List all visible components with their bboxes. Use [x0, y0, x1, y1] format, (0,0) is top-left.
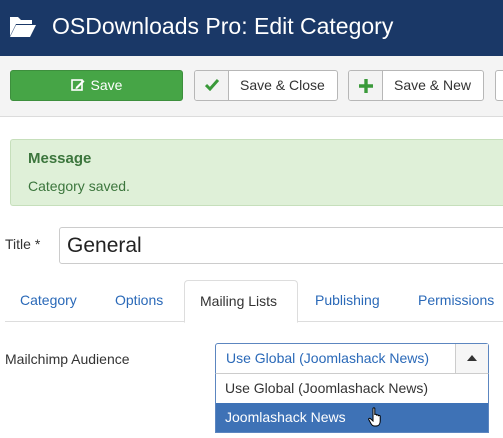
mailchimp-audience-select[interactable]: Use Global (Joomlashack News): [215, 343, 489, 374]
page-header: OSDownloads Pro: Edit Category: [0, 0, 503, 56]
edit-icon: [70, 78, 85, 91]
dropdown-list: Use Global (Joomlashack News) Joomlashac…: [215, 373, 489, 433]
toolbar-next-button[interactable]: [495, 70, 503, 101]
tab-mailing-lists[interactable]: Mailing Lists: [184, 280, 298, 323]
page-title: OSDownloads Pro: Edit Category: [52, 13, 394, 39]
message-heading: Message: [28, 150, 92, 167]
tab-mailing-lists-label: Mailing Lists: [200, 293, 278, 309]
caret-up-icon: [467, 355, 477, 361]
check-icon: [205, 79, 219, 91]
title-label: Title *: [5, 236, 41, 252]
tab-publishing[interactable]: Publishing: [315, 292, 380, 308]
success-message: Message Category saved.: [10, 139, 503, 206]
dropdown-option-highlighted[interactable]: Joomlashack News: [216, 403, 488, 432]
tab-permissions[interactable]: Permissions: [418, 292, 494, 308]
message-text: Category saved.: [28, 178, 130, 194]
dropdown-option[interactable]: Use Global (Joomlashack News): [216, 374, 488, 403]
dropdown-toggle[interactable]: [455, 344, 488, 373]
plus-icon: [359, 79, 373, 93]
tab-category[interactable]: Category: [20, 292, 77, 308]
save-new-icon-segment: [349, 71, 383, 100]
toolbar: Save Save & Close Save & New: [0, 56, 503, 117]
title-input[interactable]: [59, 227, 503, 264]
save-close-icon-segment: [195, 71, 229, 100]
save-new-label: Save & New: [394, 77, 472, 93]
save-new-button[interactable]: Save & New: [348, 70, 484, 101]
tab-bar: Category Options Mailing Lists Publishin…: [5, 280, 503, 323]
hand-cursor-icon: [368, 407, 381, 427]
tab-options[interactable]: Options: [115, 292, 163, 308]
folder-open-icon: [10, 17, 36, 37]
save-button[interactable]: Save: [10, 70, 183, 101]
mailchimp-audience-label: Mailchimp Audience: [5, 351, 130, 367]
selected-value: Use Global (Joomlashack News): [226, 350, 430, 366]
save-close-label: Save & Close: [240, 77, 325, 93]
save-close-button[interactable]: Save & Close: [194, 70, 338, 101]
save-button-label: Save: [90, 77, 123, 93]
